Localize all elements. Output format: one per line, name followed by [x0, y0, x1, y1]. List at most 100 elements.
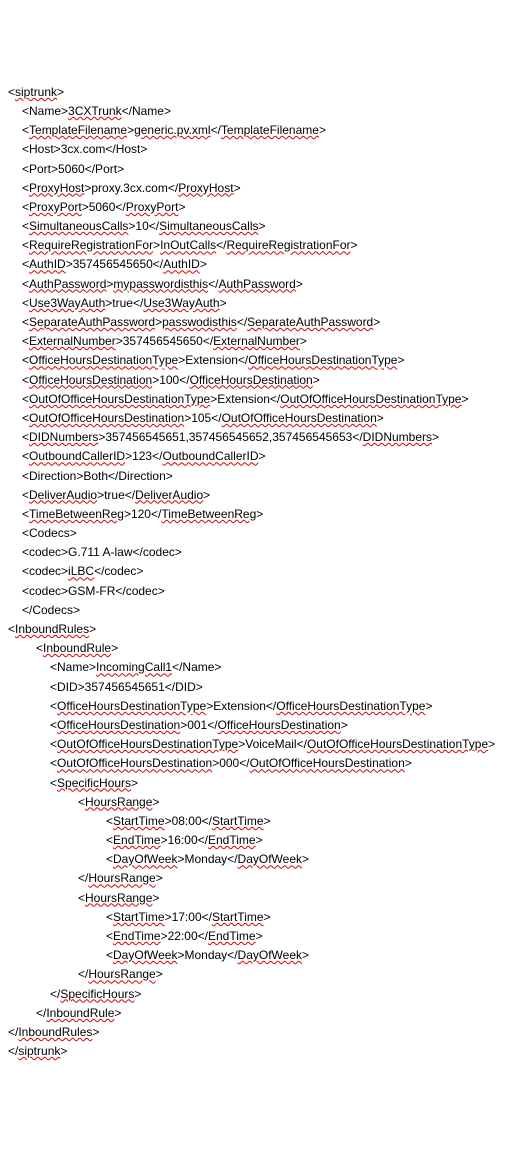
- spellcheck-marked-text: passwodisthis: [162, 315, 237, 329]
- plain-text: >: [313, 373, 320, 387]
- spellcheck-marked-text: InboundRules: [18, 1025, 92, 1039]
- plain-text: >105</: [184, 411, 221, 425]
- code-line: </HoursRange>: [8, 965, 508, 984]
- spellcheck-marked-text: SpecificHours: [57, 776, 131, 790]
- spellcheck-marked-text: TemplateFilename: [221, 123, 319, 137]
- plain-text: >Extension</: [210, 392, 280, 406]
- plain-text: <: [22, 123, 29, 137]
- plain-text: >: [111, 641, 118, 655]
- code-line: <Port>5060</Port>: [8, 160, 508, 179]
- plain-text: <: [8, 622, 15, 636]
- spellcheck-marked-text: AuthPassword: [218, 277, 295, 291]
- spellcheck-marked-text: OfficeHoursDestinationType: [57, 699, 206, 713]
- spellcheck-marked-text: 3CXTrunk: [68, 104, 122, 118]
- plain-text: >: [92, 1025, 99, 1039]
- plain-text: >: [302, 948, 309, 962]
- code-line: <AuthPassword>mypasswordisthis</AuthPass…: [8, 275, 508, 294]
- spellcheck-marked-text: StartTime: [212, 814, 264, 828]
- code-line: </InboundRule>: [8, 1004, 508, 1023]
- plain-text: <Codecs>: [22, 526, 77, 540]
- plain-text: <: [22, 315, 29, 329]
- spellcheck-marked-text: OutOfOfficeHoursDestinationType: [29, 392, 210, 406]
- spellcheck-marked-text: TemplateFilename: [29, 123, 127, 137]
- plain-text: >: [405, 756, 412, 770]
- plain-text: >: [152, 891, 159, 905]
- plain-text: </Name>: [172, 660, 221, 674]
- plain-text: <: [36, 641, 43, 655]
- plain-text: >357456545650</: [66, 257, 163, 271]
- spellcheck-marked-text: EndTime: [208, 929, 256, 943]
- plain-text: >Monday</: [177, 948, 237, 962]
- plain-text: <: [22, 507, 29, 521]
- plain-text: >: [220, 296, 227, 310]
- plain-text: >: [259, 449, 266, 463]
- plain-text: >proxy.3cx.com</: [84, 181, 178, 195]
- spellcheck-marked-text: EndTime: [113, 929, 161, 943]
- plain-text: >: [256, 507, 263, 521]
- code-line: <codec>G.711 A-law</codec>: [8, 543, 508, 562]
- plain-text: <: [22, 200, 29, 214]
- code-line: <Host>3cx.com</Host>: [8, 140, 508, 159]
- spellcheck-marked-text: siptrunk: [18, 1044, 60, 1058]
- plain-text: <: [22, 373, 29, 387]
- spellcheck-marked-text: RequireRegistrationFor: [226, 238, 350, 252]
- plain-text: </Codecs>: [22, 603, 80, 617]
- spellcheck-marked-text: HoursRange: [88, 871, 155, 885]
- plain-text: </Name>: [122, 104, 171, 118]
- code-line: <OutOfOfficeHoursDestinationType>Extensi…: [8, 390, 508, 409]
- plain-text: <: [50, 699, 57, 713]
- spellcheck-marked-text: ExternalNumber: [29, 334, 116, 348]
- plain-text: >: [131, 776, 138, 790]
- spellcheck-marked-text: InboundRules: [15, 622, 89, 636]
- plain-text: <Name>: [50, 660, 96, 674]
- code-line: <DayOfWeek>Monday</DayOfWeek>: [8, 850, 508, 869]
- code-line: <EndTime>16:00</EndTime>: [8, 831, 508, 850]
- code-line: <AuthID>357456545650</AuthID>: [8, 255, 508, 274]
- spellcheck-marked-text: OutOfOfficeHoursDestination: [57, 756, 212, 770]
- plain-text: >: [425, 699, 432, 713]
- spellcheck-marked-text: Use3WayAuth: [143, 296, 219, 310]
- plain-text: >Extension</: [178, 353, 248, 367]
- spellcheck-marked-text: SeparateAuthPassword: [29, 315, 155, 329]
- spellcheck-marked-text: DayOfWeek: [113, 852, 177, 866]
- code-line: <OfficeHoursDestination>100</OfficeHours…: [8, 371, 508, 390]
- spellcheck-marked-text: ProxyHost: [178, 181, 233, 195]
- plain-text: <: [22, 277, 29, 291]
- code-line: <ExternalNumber>357456545650</ExternalNu…: [8, 332, 508, 351]
- plain-text: >: [296, 277, 303, 291]
- plain-text: <: [50, 776, 57, 790]
- plain-text: <Direction>Both</Direction>: [22, 469, 173, 483]
- spellcheck-marked-text: TimeBetweenReg: [161, 507, 256, 521]
- plain-text: <: [22, 353, 29, 367]
- code-line: <OfficeHoursDestination>001</OfficeHours…: [8, 716, 508, 735]
- plain-text: >: [264, 910, 271, 924]
- plain-text: >: [60, 1044, 67, 1058]
- code-line: <InboundRule>: [8, 639, 508, 658]
- plain-text: <codec>: [22, 564, 68, 578]
- spellcheck-marked-text: DIDNumbers: [29, 430, 98, 444]
- spellcheck-marked-text: StartTime: [212, 910, 264, 924]
- plain-text: >: [200, 257, 207, 271]
- spellcheck-marked-text: SpecificHours: [60, 987, 134, 1001]
- plain-text: >5060</: [82, 200, 126, 214]
- code-line: </SpecificHours>: [8, 985, 508, 1004]
- spellcheck-marked-text: AuthID: [29, 257, 66, 271]
- plain-text: >: [234, 181, 241, 195]
- code-line: <OutOfOfficeHoursDestinationType>VoiceMa…: [8, 735, 508, 754]
- code-line: <Name>IncomingCall1</Name>: [8, 658, 508, 677]
- plain-text: >true</: [105, 296, 143, 310]
- spellcheck-marked-text: generic.pv.xml: [134, 123, 210, 137]
- code-line: <OfficeHoursDestinationType>Extension</O…: [8, 351, 508, 370]
- plain-text: <codec>GSM-FR</codec>: [22, 584, 165, 598]
- plain-text: <: [22, 181, 29, 195]
- code-line: <ProxyHost>proxy.3cx.com</ProxyHost>: [8, 179, 508, 198]
- spellcheck-marked-text: InOutCalls: [160, 238, 216, 252]
- plain-text: </: [8, 1025, 18, 1039]
- spellcheck-marked-text: OutOfOfficeHoursDestinationType: [307, 737, 488, 751]
- plain-text: >: [300, 334, 307, 348]
- spellcheck-marked-text: HoursRange: [85, 795, 152, 809]
- plain-text: >: [319, 123, 326, 137]
- code-line: <Use3WayAuth>true</Use3WayAuth>: [8, 294, 508, 313]
- spellcheck-marked-text: OutOfOfficeHoursDestination: [250, 756, 405, 770]
- spellcheck-marked-text: OutboundCallerID: [162, 449, 258, 463]
